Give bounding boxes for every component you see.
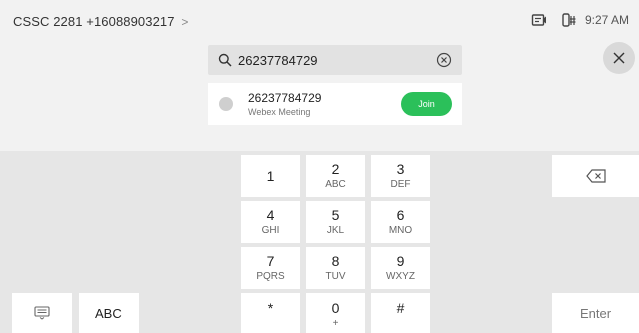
enter-button[interactable]: Enter	[552, 293, 639, 333]
avatar	[219, 97, 233, 111]
key-letters: TUV	[325, 271, 346, 282]
backspace-icon	[585, 169, 606, 183]
key-8[interactable]: 8 TUV	[306, 247, 365, 289]
key-4[interactable]: 4 GHI	[241, 201, 300, 243]
key-7[interactable]: 7 PQRS	[241, 247, 300, 289]
close-icon	[613, 52, 625, 64]
key-letters: DEF	[390, 179, 411, 190]
key-0[interactable]: 0 +	[306, 293, 365, 333]
key-digit: 3	[396, 161, 405, 177]
clock: 9:27 AM	[584, 13, 629, 27]
key-digit: 5	[331, 207, 340, 223]
key-digit: 4	[266, 207, 275, 223]
key-1[interactable]: 1	[241, 155, 300, 197]
key-letters: MNO	[388, 225, 413, 236]
status-area: 9:27 AM	[517, 12, 629, 28]
call-screen: CSSC 2281 +16088903217 > 9:27 AM 2623778…	[0, 0, 639, 333]
join-button[interactable]: Join	[401, 92, 452, 116]
key-digit: 0	[331, 300, 340, 316]
device-name-label: CSSC 2281 +16088903217	[13, 14, 175, 29]
key-letters: ABC	[325, 179, 346, 190]
search-field[interactable]: 26237784729	[208, 45, 462, 75]
result-number: 26237784729	[248, 91, 322, 105]
key-9[interactable]: 9 WXYZ	[371, 247, 430, 289]
key-letters: JKL	[326, 225, 345, 236]
key-digit: #	[396, 300, 405, 316]
key-digit: 9	[396, 253, 405, 269]
key-digit: *	[267, 300, 274, 316]
search-result-item[interactable]: 26237784729 Webex Meeting Join	[208, 83, 462, 125]
key-letters: PQRS	[256, 271, 285, 282]
key-3[interactable]: 3 DEF	[371, 155, 430, 197]
backspace-button[interactable]	[552, 155, 639, 197]
chevron-right-icon: >	[181, 15, 189, 29]
key-digit: 6	[396, 207, 405, 223]
key-letters: +	[332, 318, 339, 329]
device-info[interactable]: CSSC 2281 +16088903217 >	[13, 14, 188, 29]
key-star[interactable]: *	[241, 293, 300, 333]
close-button[interactable]	[603, 42, 635, 74]
key-hash[interactable]: #	[371, 293, 430, 333]
key-digit: 1	[266, 167, 275, 184]
keyboard-icon	[34, 306, 50, 320]
screen-share-icon[interactable]	[531, 12, 547, 28]
key-digit: 2	[331, 161, 340, 177]
key-digit: 7	[266, 253, 275, 269]
search-input[interactable]: 26237784729	[238, 53, 318, 68]
key-2[interactable]: 2 ABC	[306, 155, 365, 197]
key-letters: WXYZ	[386, 271, 415, 282]
clear-circle-icon[interactable]	[436, 52, 452, 68]
result-type: Webex Meeting	[248, 107, 311, 117]
key-digit: 8	[331, 253, 340, 269]
key-letters: GHI	[261, 225, 280, 236]
key-6[interactable]: 6 MNO	[371, 201, 430, 243]
search-icon	[218, 53, 232, 67]
key-5[interactable]: 5 JKL	[306, 201, 365, 243]
camera-control-icon[interactable]	[561, 12, 577, 28]
keyboard-toggle-button[interactable]	[12, 293, 72, 333]
abc-button[interactable]: ABC	[79, 293, 139, 333]
